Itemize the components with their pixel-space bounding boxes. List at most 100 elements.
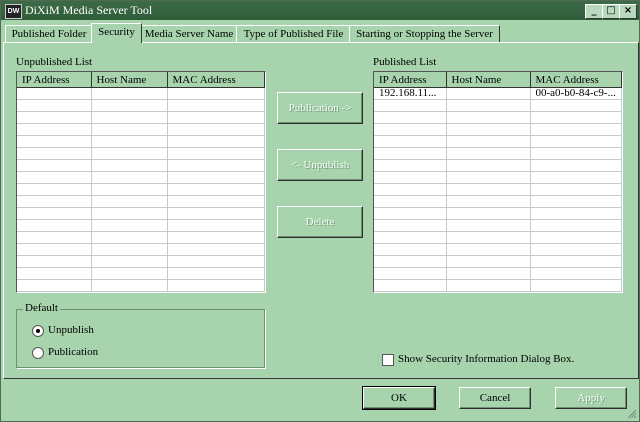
maximize-button[interactable]: □ [602,4,620,19]
empty-row [17,171,265,184]
show-dialog-checkbox[interactable] [382,354,394,366]
empty-cell [17,147,92,160]
cancel-button[interactable]: Cancel [459,387,531,409]
tab-media-server-name[interactable]: Media Server Name [140,25,238,42]
column-header-mac[interactable]: MAC Address [167,72,265,88]
empty-cell [446,135,531,148]
empty-cell [167,207,265,220]
empty-cell [530,183,622,196]
empty-cell [374,147,447,160]
empty-row [374,147,622,160]
minimize-button[interactable]: _ [585,4,603,19]
title-bar[interactable]: DW DiXiM Media Server Tool _ □ × [1,1,639,20]
column-header-mac[interactable]: MAC Address [530,72,622,88]
empty-cell [167,267,265,280]
empty-cell [91,267,168,280]
empty-cell [374,99,447,112]
unpublish-radio-label[interactable]: Unpublish [48,324,94,336]
empty-cell [167,99,265,112]
apply-button[interactable]: Apply [555,387,627,409]
unpublish-button[interactable]: <- Unpublish [277,149,363,181]
empty-row [17,243,265,256]
publication-button[interactable]: Publication -> [277,92,363,124]
published-list-title: Published List [373,56,437,68]
cell-ip: 192.168.11... [374,87,447,100]
empty-cell [374,267,447,280]
column-header-ip[interactable]: IP Address [374,72,447,88]
show-dialog-label[interactable]: Show Security Information Dialog Box. [398,353,574,365]
empty-cell [374,135,447,148]
empty-cell [17,219,92,232]
empty-cell [530,147,622,160]
empty-cell [530,255,622,268]
empty-cell [446,99,531,112]
empty-cell [167,111,265,124]
app-icon: DW [5,4,22,19]
empty-cell [446,267,531,280]
resize-grip-icon[interactable] [627,409,637,419]
empty-cell [530,111,622,124]
empty-cell [91,195,168,208]
empty-cell [91,219,168,232]
empty-row [17,267,265,280]
empty-row [374,99,622,112]
empty-cell [167,231,265,244]
empty-cell [167,243,265,256]
close-button[interactable]: × [619,4,637,19]
empty-row [17,207,265,220]
delete-button[interactable]: Delete [277,206,363,238]
publication-radio-label[interactable]: Publication [48,346,98,358]
empty-cell [17,195,92,208]
default-group-title: Default [23,302,60,314]
empty-row [374,243,622,256]
empty-cell [167,255,265,268]
empty-cell [167,171,265,184]
empty-cell [530,99,622,112]
empty-cell [17,159,92,172]
empty-row [17,123,265,136]
column-header-host[interactable]: Host Name [91,72,168,88]
empty-cell [374,171,447,184]
empty-cell [91,231,168,244]
publication-radio[interactable] [32,347,44,359]
cell-host [446,87,531,100]
empty-cell [91,111,168,124]
empty-row [17,159,265,172]
empty-cell [17,207,92,220]
empty-cell [91,123,168,136]
tab-published-folder[interactable]: Published Folder [5,25,93,42]
empty-cell [446,147,531,160]
empty-cell [446,255,531,268]
empty-row [17,111,265,124]
column-header-ip[interactable]: IP Address [17,72,92,88]
empty-cell [530,243,622,256]
ok-button[interactable]: OK [362,386,436,410]
empty-cell [17,255,92,268]
empty-row [17,231,265,244]
empty-row [374,171,622,184]
empty-cell [374,111,447,124]
table-row[interactable]: 192.168.11... 00-a0-b0-84-c9-... [374,87,622,100]
tab-security[interactable]: Security [91,23,142,43]
empty-cell [446,171,531,184]
tab-starting-stopping-server[interactable]: Starting or Stopping the Server [349,25,500,42]
empty-cell [530,171,622,184]
empty-cell [167,195,265,208]
unpublished-list[interactable]: IP Address Host Name MAC Address [16,71,266,293]
empty-cell [374,255,447,268]
empty-cell [91,99,168,112]
column-header-host[interactable]: Host Name [446,72,531,88]
empty-cell [530,135,622,148]
empty-cell [91,207,168,220]
empty-cell [91,159,168,172]
tab-type-of-published-file[interactable]: Type of Published File [236,25,351,42]
empty-row [374,255,622,268]
empty-row [374,231,622,244]
empty-cell [17,183,92,196]
empty-cell [446,207,531,220]
unpublish-radio[interactable] [32,325,44,337]
published-list[interactable]: IP Address Host Name MAC Address 192.168… [373,71,623,293]
empty-cell [167,159,265,172]
empty-cell [530,279,622,292]
empty-cell [17,279,92,292]
